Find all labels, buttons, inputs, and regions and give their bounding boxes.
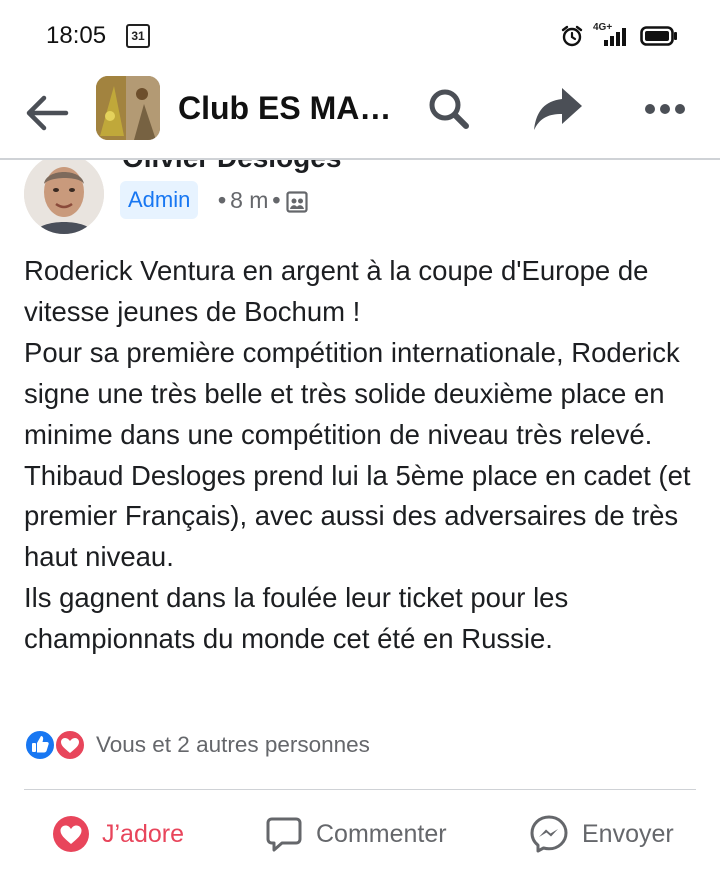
comment-button[interactable]: Commenter [264,806,447,862]
search-icon [429,89,469,129]
post-paragraph: Ils gagnent dans la foulée leur ticket p… [24,582,569,655]
separator-dot: • [272,187,281,213]
author-avatar[interactable] [24,160,104,234]
post-paragraph: Roderick Ventura en argent à la coupe d'… [24,255,649,327]
more-icon [645,104,685,114]
love-label: J’adore [102,819,184,848]
group-photo [96,76,160,140]
post-time[interactable]: 8 m [230,187,268,213]
app-header: Club ES MA… [0,70,720,160]
signal-icon [604,28,626,46]
post-body: Roderick Ventura en argent à la coupe d'… [24,251,704,660]
post-meta: • 8 m • [214,181,309,219]
reaction-icons [24,729,92,761]
like-icon [24,729,56,761]
love-icon [54,729,86,761]
calendar-icon: 31 [126,24,150,48]
separator-dot: • [218,187,227,213]
post-paragraph: Pour sa première compétition internation… [24,336,680,450]
messenger-icon [530,815,568,853]
post-author-strip: Olivier Desloges Admin •8 m• [0,160,720,235]
status-time: 18:05 [46,22,107,49]
send-label: Envoyer [582,819,674,848]
divider [24,789,696,790]
love-button[interactable]: J’adore [52,806,184,862]
alarm-icon [561,25,583,47]
admin-badge: Admin [120,181,199,219]
comment-label: Commenter [316,819,447,848]
author-name[interactable]: Olivier Desloges [122,160,341,174]
battery-icon [640,26,677,46]
status-bar: 18:05 31 4G+ [0,0,720,70]
love-icon [53,816,89,852]
search-button[interactable] [424,84,474,134]
audience-icon [286,191,309,213]
group-title[interactable]: Club ES MA… [178,90,391,127]
back-button[interactable] [22,88,72,138]
action-bar: J’adore Commenter Envoyer [0,806,720,866]
post-paragraph: Thibaud Desloges prend lui la 5ème place… [24,459,691,573]
reactions-row[interactable]: Vous et 2 autres personnes [24,728,370,762]
comment-icon [266,817,302,852]
back-arrow-icon [26,95,69,131]
more-button[interactable] [640,86,690,136]
group-avatar[interactable] [96,76,160,140]
share-icon [534,88,582,130]
author-photo [24,160,104,234]
reaction-summary[interactable]: Vous et 2 autres personnes [96,732,370,758]
share-button[interactable] [530,84,586,134]
send-button[interactable]: Envoyer [528,806,674,862]
